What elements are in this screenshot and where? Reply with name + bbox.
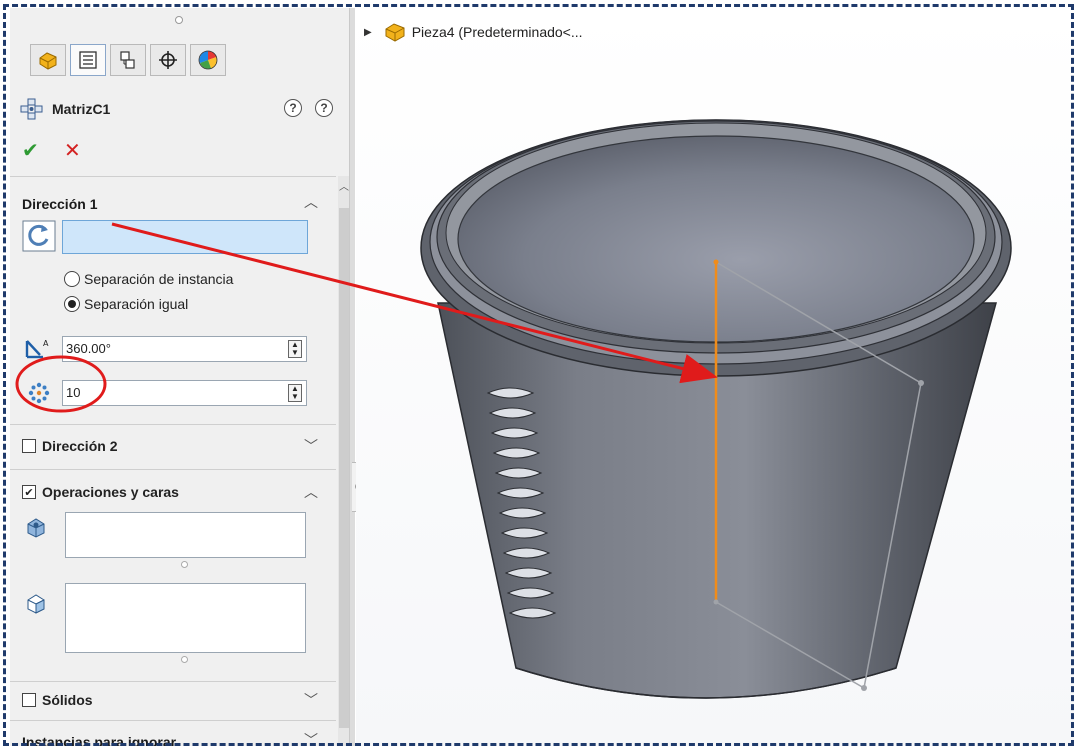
angle-spinner[interactable]: ▲ ▼ bbox=[288, 340, 302, 358]
help-icon[interactable]: ? bbox=[315, 99, 333, 117]
configuration-icon bbox=[120, 51, 135, 69]
scroll-up-arrow-icon[interactable]: ︿ bbox=[339, 178, 349, 193]
ok-checkmark-button[interactable]: ✔ bbox=[22, 138, 39, 163]
chevron-up-icon[interactable]: ︿ bbox=[304, 192, 318, 212]
radio-instance-spacing[interactable]: Separación de instancia bbox=[64, 271, 233, 287]
property-sections: Dirección 1 ︿ Separación de instancia Se… bbox=[10, 176, 336, 746]
panel-splitter[interactable] bbox=[350, 8, 355, 746]
instances-value: 10 bbox=[66, 385, 81, 400]
instances-input[interactable]: 10 ▲ ▼ bbox=[62, 380, 307, 406]
panel-grip-icon[interactable] bbox=[175, 16, 183, 24]
features-selection-box[interactable] bbox=[65, 512, 306, 568]
faces-selection-box[interactable] bbox=[65, 583, 306, 663]
angle-input[interactable]: 360.00° ▲ ▼ bbox=[62, 336, 307, 362]
divider bbox=[10, 469, 336, 470]
part-model bbox=[420, 119, 1012, 699]
bodies-checkbox[interactable] bbox=[22, 693, 36, 707]
property-manager-panel: MatrizC1 ? ? ✔ ✕ Dirección 1 ︿ Separació… bbox=[10, 8, 350, 746]
angle-icon: A bbox=[25, 339, 49, 359]
instances-count-icon bbox=[28, 382, 50, 404]
property-list-icon bbox=[79, 51, 97, 69]
appearance-pie-icon bbox=[198, 50, 218, 70]
axis-selection-box[interactable] bbox=[62, 220, 308, 254]
direction2-label: Dirección 2 bbox=[42, 438, 118, 454]
chevron-down-icon[interactable]: ﹀ bbox=[304, 436, 318, 456]
resize-grip-icon[interactable] bbox=[181, 561, 188, 568]
skip-instances-header[interactable]: Instancias para ignorar bbox=[22, 734, 176, 746]
bodies-header[interactable]: Sólidos bbox=[22, 692, 93, 708]
bodies-label: Sólidos bbox=[42, 692, 93, 708]
angle-value: 360.00° bbox=[66, 341, 111, 356]
panel-scrollbar[interactable]: ︿ bbox=[338, 176, 349, 746]
features-faces-checkbox[interactable]: ✔ bbox=[22, 485, 36, 499]
svg-text:A: A bbox=[43, 339, 49, 348]
radio-equal-spacing-label: Separación igual bbox=[84, 296, 189, 312]
cancel-x-button[interactable]: ✕ bbox=[64, 138, 81, 163]
chevron-down-icon[interactable]: ﹀ bbox=[304, 690, 318, 710]
radio-equal-spacing[interactable]: Separación igual bbox=[64, 296, 188, 312]
divider bbox=[10, 720, 336, 721]
tab-dimxpert-manager[interactable] bbox=[150, 44, 186, 76]
faces-to-pattern-icon bbox=[27, 594, 45, 614]
tab-configuration-manager[interactable] bbox=[110, 44, 146, 76]
chevron-down-icon[interactable]: ﹀ bbox=[304, 730, 318, 746]
chevron-up-icon[interactable]: ︿ bbox=[304, 482, 318, 502]
whats-wrong-help-icon[interactable]: ? bbox=[284, 99, 302, 117]
features-to-pattern-icon bbox=[27, 518, 45, 538]
feature-title: MatrizC1 bbox=[52, 101, 111, 117]
divider bbox=[10, 176, 336, 177]
radio-instance-spacing-circle[interactable] bbox=[64, 271, 80, 287]
direction1-header[interactable]: Dirección 1 bbox=[22, 196, 97, 212]
resize-grip-icon[interactable] bbox=[181, 656, 188, 663]
direction2-header[interactable]: Dirección 2 bbox=[22, 438, 117, 454]
circular-pattern-icon bbox=[20, 98, 43, 120]
tab-display-manager[interactable] bbox=[190, 44, 226, 76]
tab-feature-manager[interactable] bbox=[30, 44, 66, 76]
rotation-axis-icon[interactable] bbox=[22, 220, 56, 252]
graphics-viewport[interactable]: ▶ Pieza4 (Predeterminado<... bbox=[356, 8, 1074, 746]
scrollbar-thumb[interactable] bbox=[339, 208, 349, 728]
tab-property-manager[interactable] bbox=[70, 44, 106, 76]
direction2-checkbox[interactable] bbox=[22, 439, 36, 453]
instances-spinner[interactable]: ▲ ▼ bbox=[288, 384, 302, 402]
divider bbox=[10, 681, 336, 682]
features-faces-header[interactable]: ✔ Operaciones y caras bbox=[22, 484, 179, 500]
feature-tree-icon bbox=[39, 52, 57, 70]
manager-tabs bbox=[30, 44, 226, 76]
crosshair-icon bbox=[159, 51, 177, 69]
radio-instance-spacing-label: Separación de instancia bbox=[84, 271, 234, 287]
features-faces-label: Operaciones y caras bbox=[42, 484, 179, 500]
divider bbox=[10, 424, 336, 425]
radio-equal-spacing-circle[interactable] bbox=[64, 296, 80, 312]
